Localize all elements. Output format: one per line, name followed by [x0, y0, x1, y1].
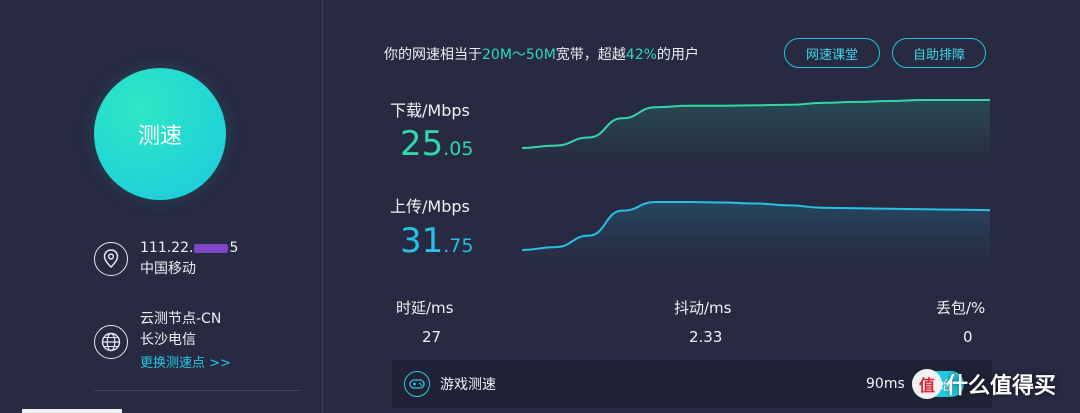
- watermark-logo: 值: [912, 369, 942, 399]
- speed-summary: 你的网速相当于20M～50M宽带，超越42%的用户: [384, 47, 699, 63]
- globe-icon: [94, 324, 128, 359]
- location-pin-icon: [94, 242, 128, 276]
- start-speed-test-button[interactable]: 测速: [94, 68, 226, 200]
- upload-curve-chart: [522, 201, 990, 266]
- download-curve-area: [522, 100, 990, 164]
- game-speed-label: 游戏测速: [440, 377, 496, 393]
- ip-info: 111.22. 5 中国移动: [94, 238, 238, 280]
- ip-redaction: [194, 243, 229, 253]
- upload-value: 31.75: [400, 221, 474, 261]
- upload-curve-area: [522, 202, 990, 266]
- change-node-link[interactable]: 更换测速点 >>: [140, 353, 231, 374]
- upload-label: 上传/Mbps: [390, 197, 470, 216]
- game-latency-value: 90ms: [866, 376, 905, 392]
- download-curve-chart: [522, 99, 990, 164]
- game-speed-test-bar[interactable]: 游戏测速 90ms 开始: [392, 360, 992, 408]
- divider: [94, 390, 300, 391]
- gamepad-icon: [404, 371, 430, 397]
- packet-loss-label: 丢包/%: [936, 299, 986, 317]
- smzdm-watermark: 值 什么值得买: [912, 368, 1056, 400]
- jitter-value: 2.33: [689, 328, 723, 346]
- latency-label: 时延/ms: [396, 299, 454, 317]
- panel-divider: [322, 0, 323, 413]
- self-troubleshoot-button[interactable]: 自助排障: [892, 38, 986, 68]
- packet-loss-value: 0: [963, 328, 973, 346]
- speed-course-button[interactable]: 网速课堂: [784, 38, 880, 68]
- latency-value: 27: [422, 328, 442, 346]
- node-city: 长沙电信: [140, 332, 196, 348]
- corner-strip: [22, 409, 122, 413]
- node-name: 云测节点-CN: [140, 311, 222, 327]
- jitter-label: 抖动/ms: [674, 299, 732, 317]
- isp-name: 中国移动: [140, 261, 196, 277]
- download-label: 下载/Mbps: [390, 101, 470, 120]
- node-info: 云测节点-CN 长沙电信 更换测速点 >>: [94, 309, 231, 374]
- speed-button-label: 测速: [137, 124, 182, 149]
- ip-address: 111.22. 5: [140, 240, 239, 256]
- download-value: 25.05: [400, 124, 474, 164]
- left-panel: 测速 111.22. 5 中国移动 云测节点-CN 长沙电信 更换测速点 >>: [0, 0, 322, 413]
